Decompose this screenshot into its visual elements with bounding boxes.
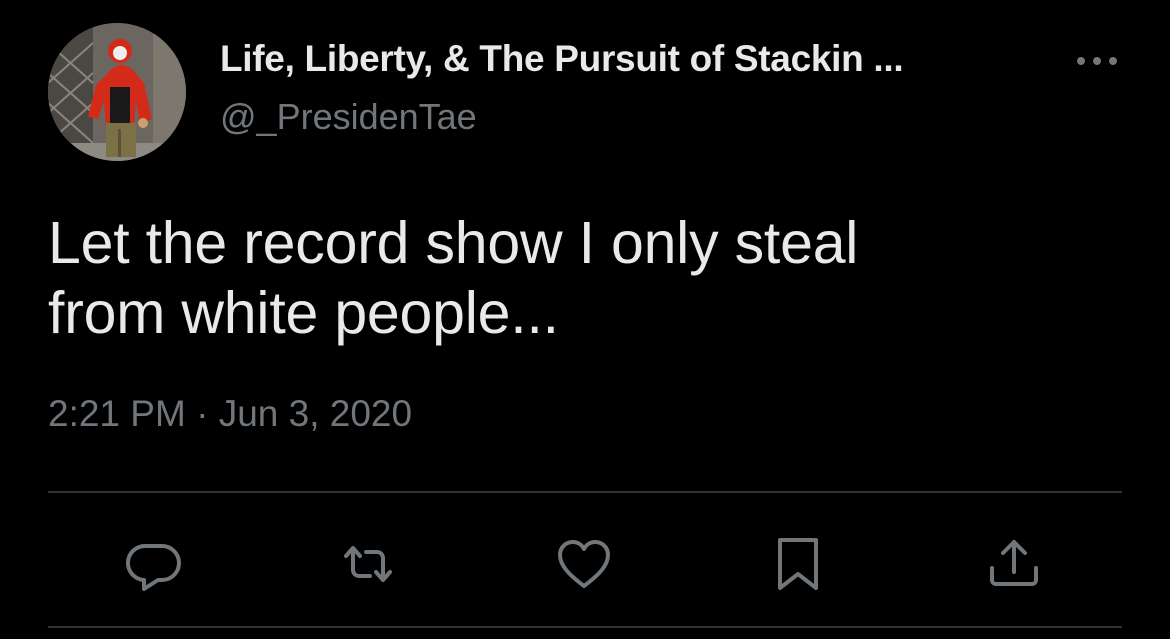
reply-button[interactable]: [124, 534, 184, 594]
retweet-button[interactable]: [338, 534, 398, 594]
tweet-text-line: from white people...: [48, 280, 559, 346]
bookmark-icon: [778, 538, 818, 590]
tweet-text-line: Let the record show I only steal: [48, 210, 859, 276]
divider: [48, 491, 1122, 493]
share-icon: [990, 540, 1038, 586]
heart-icon: [558, 540, 610, 588]
like-button[interactable]: [554, 534, 614, 594]
bookmark-button[interactable]: [768, 534, 828, 594]
tweet-time[interactable]: 2:21 PM: [48, 393, 186, 434]
timestamp-separator: ·: [196, 393, 209, 434]
retweet-icon: [344, 546, 392, 582]
divider: [48, 626, 1122, 628]
avatar-image: [48, 23, 186, 161]
display-name[interactable]: Life, Liberty, & The Pursuit of Stackin …: [220, 38, 904, 80]
share-button[interactable]: [984, 534, 1044, 594]
avatar[interactable]: [48, 23, 186, 161]
tweet-text: Let the record show I only steal from wh…: [48, 208, 1048, 348]
timestamp: 2:21 PM · Jun 3, 2020: [48, 393, 412, 435]
tweet-date[interactable]: Jun 3, 2020: [219, 393, 412, 434]
username-handle[interactable]: @_PresidenTae: [220, 96, 477, 138]
tweet-card: Life, Liberty, & The Pursuit of Stackin …: [0, 0, 1170, 639]
reply-icon: [126, 543, 181, 591]
more-options-icon[interactable]: [1072, 44, 1122, 78]
